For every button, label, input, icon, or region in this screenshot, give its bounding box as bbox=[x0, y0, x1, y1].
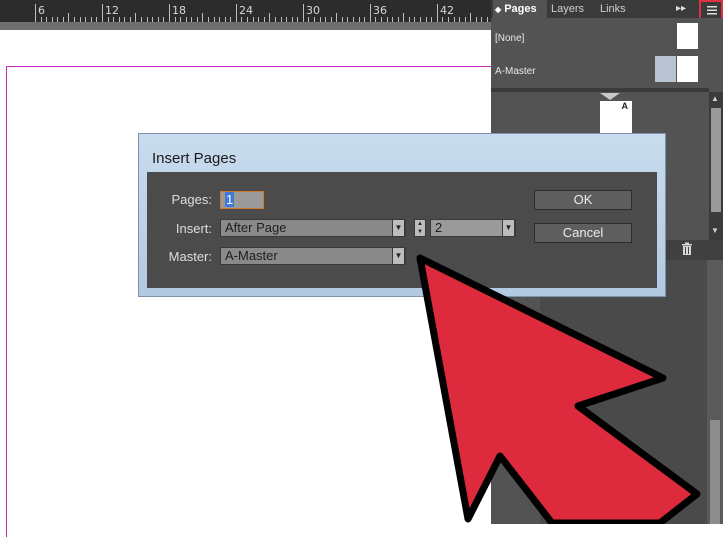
red-arrow-pointer bbox=[416, 254, 701, 524]
